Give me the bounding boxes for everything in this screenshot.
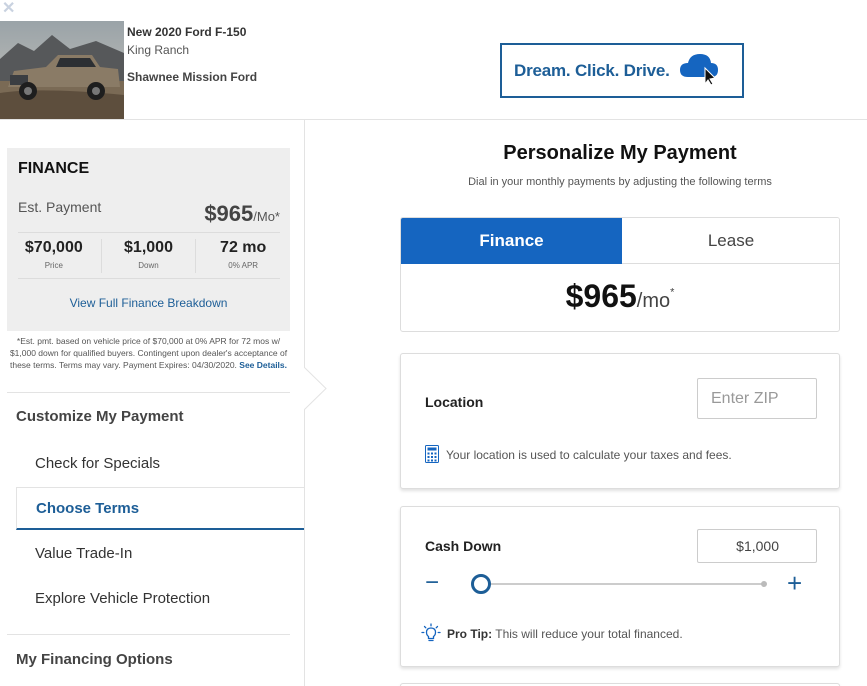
payment-card: Finance Lease $965/mo* — [400, 217, 840, 332]
cash-down-card: Cash Down − + Pro Tip: This will reduce … — [400, 506, 840, 667]
pro-tip-text: This will reduce your total financed. — [492, 627, 683, 641]
stat-value: 72 mo — [220, 239, 267, 256]
finance-summary-card: FINANCE Est. Payment $965/Mo* $70,000 Pr… — [7, 148, 290, 331]
divider — [7, 392, 290, 393]
stat-price: $70,000 Price — [7, 239, 101, 273]
payment-unit: /mo — [636, 290, 671, 312]
est-payment-amount: $965 — [204, 201, 254, 226]
vehicle-info: New 2020 Ford F-150 King Ranch Shawnee M… — [127, 25, 257, 84]
stat-down: $1,000 Down — [100, 239, 196, 273]
vehicle-photo — [0, 21, 124, 119]
payment-value: $965 — [565, 278, 637, 314]
decrease-button[interactable]: − — [425, 571, 439, 595]
slider-end-dot — [761, 581, 767, 587]
calculator-icon — [425, 445, 439, 463]
location-card: Location Your location is used to calcul… — [400, 353, 840, 489]
stat-label: Price — [44, 261, 63, 270]
payment-footnote-mark: * — [670, 286, 675, 299]
sidebar-item-value-trade-in[interactable]: Value Trade-In — [35, 545, 132, 562]
view-finance-breakdown-link[interactable]: View Full Finance Breakdown — [7, 296, 290, 310]
active-item-arrow-icon — [304, 367, 327, 410]
lightbulb-icon — [421, 623, 441, 642]
stat-term: 72 mo 0% APR — [195, 239, 290, 273]
sidebar-item-label: Choose Terms — [36, 500, 140, 517]
close-icon[interactable]: ✕ — [2, 1, 15, 17]
dream-click-drive-logo: Dream. Click. Drive. — [500, 43, 744, 98]
stat-label: Down — [138, 261, 159, 270]
tab-lease[interactable]: Lease — [622, 218, 839, 264]
stat-value: $70,000 — [24, 239, 83, 256]
est-payment-value: $965/Mo* — [204, 201, 280, 227]
section-financing-title[interactable]: My Financing Options — [16, 651, 173, 668]
zip-input[interactable] — [697, 378, 817, 419]
vehicle-trim: King Ranch — [127, 43, 190, 57]
logo-text: Dream. Click. Drive. — [514, 60, 670, 80]
vehicle-title: New 2020 Ford F-150 — [127, 25, 247, 39]
est-payment-unit: /Mo* — [253, 209, 280, 224]
divider — [7, 634, 290, 635]
divider — [18, 232, 280, 233]
tab-finance[interactable]: Finance — [401, 218, 622, 264]
cash-down-slider-track[interactable] — [481, 583, 766, 585]
cash-down-input[interactable] — [697, 529, 817, 563]
see-details-link[interactable]: See Details. — [239, 360, 287, 370]
cash-down-slider-thumb[interactable] — [471, 574, 491, 594]
stat-label: 0% APR — [228, 261, 259, 270]
monthly-payment: $965/mo* — [401, 278, 839, 315]
page-subtitle: Dial in your monthly payments by adjusti… — [468, 176, 772, 188]
page-title: Personalize My Payment — [503, 142, 737, 164]
sidebar-item-vehicle-protection[interactable]: Explore Vehicle Protection — [35, 590, 210, 607]
divider — [18, 278, 280, 279]
sidebar-item-check-specials[interactable]: Check for Specials — [35, 455, 160, 472]
payment-disclaimer: *Est. pmt. based on vehicle price of $70… — [7, 336, 290, 371]
stat-value: $1,000 — [124, 239, 173, 256]
section-customize-title: Customize My Payment — [16, 408, 184, 425]
increase-button[interactable]: + — [787, 570, 802, 596]
pro-tip: Pro Tip: This will reduce your total fin… — [447, 627, 683, 641]
location-note: Your location is used to calculate your … — [446, 448, 732, 462]
finance-heading: FINANCE — [18, 160, 90, 177]
pro-tip-label: Pro Tip: — [447, 627, 493, 641]
est-payment-label: Est. Payment — [18, 199, 102, 215]
left-panel: FINANCE Est. Payment $965/Mo* $70,000 Pr… — [0, 120, 305, 686]
cloud-cursor-icon — [678, 51, 720, 90]
location-label: Location — [425, 394, 484, 410]
sidebar-item-choose-terms[interactable]: Choose Terms — [16, 487, 304, 530]
cash-down-label: Cash Down — [425, 538, 502, 554]
finance-stats: $70,000 Price $1,000 Down 72 mo 0% APR — [7, 239, 290, 273]
dealer-name: Shawnee Mission Ford — [127, 70, 258, 84]
